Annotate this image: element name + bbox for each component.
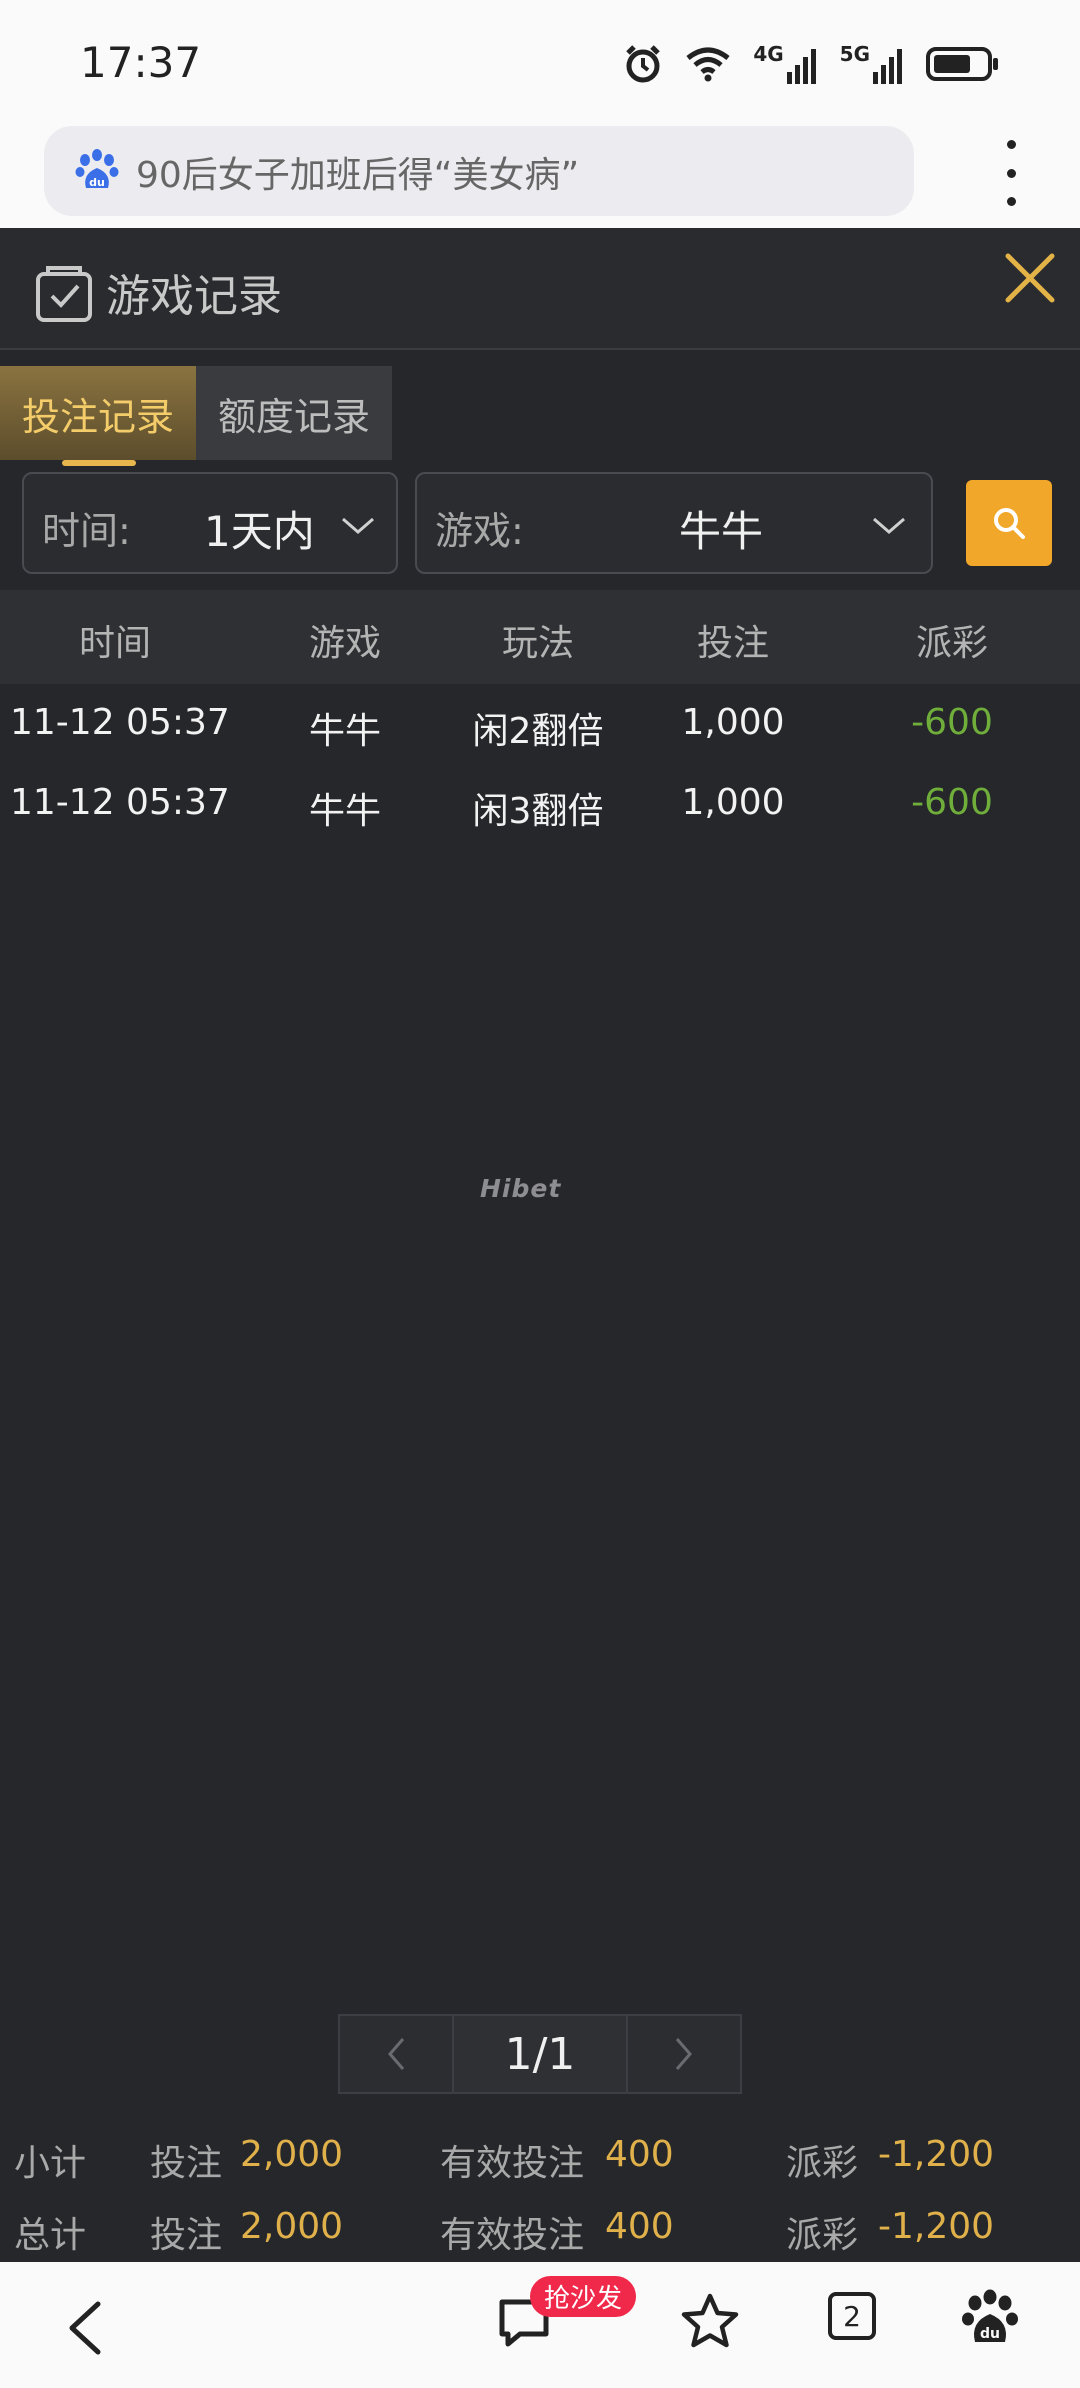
subtotal-valid-label: 有效投注 [440,2143,585,2184]
record-tabs: 投注记录 额度记录 [0,366,392,466]
cell-time: 11-12 05:37 [10,702,230,743]
watermark-logo: Hibet [480,1174,562,1203]
chevron-right-icon [675,2038,692,2070]
game-filter-select[interactable]: 游戏: 牛牛 [415,472,933,574]
address-bar[interactable]: du 90后女子加班后得“美女病” [44,126,914,216]
tab-bet-records[interactable]: 投注记录 [0,366,196,466]
cell-play: 闲3翻倍 [472,791,604,832]
game-record-panel: 游戏记录 投注记录 额度记录 时间: 1天内 游戏: 牛牛 时间 游戏 玩法 投… [0,228,1080,2262]
cell-game: 牛牛 [308,711,381,752]
chevron-left-icon [388,2038,405,2070]
prev-page-button[interactable] [338,2014,454,2094]
clipboard-check-icon [36,266,92,322]
cell-bet: 1,000 [681,782,785,823]
tabs-count-button[interactable]: 2 [828,2292,876,2340]
table-row: 11-12 05:37 牛牛 闲2翻倍 1,000 -600 [0,688,1080,768]
svg-text:du: du [89,176,105,189]
total-bet-value: 2,000 [240,2206,344,2247]
browser-bottom-nav: 抢沙发 2 du [0,2262,1080,2388]
column-header-play: 玩法 [501,623,574,664]
comment-badge[interactable]: 抢沙发 [530,2276,637,2317]
wifi-icon [686,47,730,82]
close-icon[interactable] [1000,248,1060,308]
table-row: 11-12 05:37 牛牛 闲3翻倍 1,000 -600 [0,768,1080,848]
time-filter-select[interactable]: 时间: 1天内 [22,472,398,574]
signal-5g-icon: 5G [840,44,904,84]
subtotal-valid-value: 400 [605,2134,674,2175]
column-header-bet: 投注 [696,623,769,664]
total-valid-label: 有效投注 [440,2215,585,2256]
table-header: 时间 游戏 玩法 投注 派彩 [0,590,1080,684]
column-header-payout: 派彩 [915,623,988,664]
baidu-paw-icon[interactable]: du [960,2288,1020,2348]
column-header-time: 时间 [78,623,151,664]
back-icon[interactable] [60,2298,110,2358]
time-filter-value: 1天内 [204,507,315,556]
cell-time: 11-12 05:37 [10,782,230,823]
star-icon[interactable] [680,2292,740,2352]
game-filter-value: 牛牛 [679,507,764,556]
total-bet-label: 投注 [150,2215,223,2256]
search-icon [994,508,1025,539]
subtotal-payout-value: -1,200 [878,2134,995,2175]
time-filter-label: 时间: [42,509,131,553]
baidu-paw-icon: du [75,149,119,189]
status-bar: 17:37 4G 5G [0,0,1080,120]
search-button[interactable] [966,480,1052,566]
cell-bet: 1,000 [681,702,785,743]
battery-icon [926,47,998,81]
panel-header: 游戏记录 [0,228,1080,350]
subtotal-bet-value: 2,000 [240,2134,344,2175]
alarm-icon [626,45,661,83]
cell-game: 牛牛 [308,791,381,832]
subtotal-bet-label: 投注 [150,2143,223,2184]
signal-4g-icon: 4G [753,44,817,84]
total-valid-value: 400 [605,2206,674,2247]
page-indicator: 1/1 [454,2014,626,2094]
chevron-down-icon [342,517,374,534]
subtotal-label: 小计 [14,2143,87,2184]
subtotal-payout-label: 派彩 [786,2143,859,2184]
total-payout-label: 派彩 [786,2215,859,2256]
status-icons: 4G 5G [623,36,1000,92]
chevron-down-icon [873,517,905,534]
more-menu-icon[interactable] [996,140,1026,206]
cell-play: 闲2翻倍 [472,711,604,752]
next-page-button[interactable] [626,2014,742,2094]
cell-payout: -600 [911,702,993,743]
total-payout-value: -1,200 [878,2206,995,2247]
subtotal-row: 小计 投注 2,000 有效投注 400 派彩 -1,200 [0,2134,1080,2194]
game-filter-label: 游戏: [435,509,524,553]
panel-title: 游戏记录 [106,271,282,322]
total-label: 总计 [14,2215,87,2256]
cell-payout: -600 [911,782,993,823]
svg-text:du: du [980,2326,1000,2342]
status-time: 17:37 [80,38,202,87]
tab-credit-records[interactable]: 额度记录 [196,366,392,460]
total-row: 总计 投注 2,000 有效投注 400 派彩 -1,200 [0,2206,1080,2266]
pagination: 1/1 [338,2014,742,2094]
address-text: 90后女子加班后得“美女病” [136,155,580,196]
column-header-game: 游戏 [308,623,381,664]
